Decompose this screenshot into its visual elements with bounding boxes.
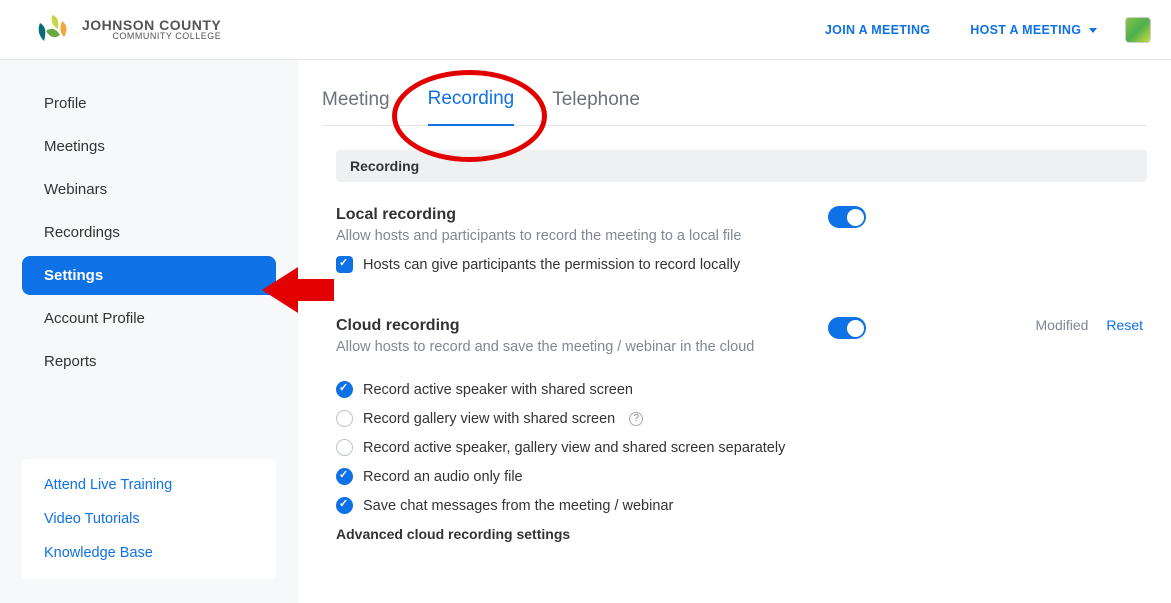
sidebar-item-settings[interactable]: Settings [22,256,276,295]
local-recording-title: Local recording [336,206,826,224]
sidebar-item-meetings[interactable]: Meetings [22,127,276,166]
checkbox-hosts-permission-label: Hosts can give participants the permissi… [363,257,740,273]
local-recording-desc: Allow hosts and participants to record t… [336,228,826,244]
checkbox-save-chat-label: Save chat messages from the meeting / we… [363,498,673,514]
logo-icon [32,11,74,49]
advanced-heading: Advanced cloud recording settings [336,526,1147,542]
checkbox-separate-label: Record active speaker, gallery view and … [363,440,785,456]
help-link-training[interactable]: Attend Live Training [44,477,254,493]
content-area: Meeting Recording Telephone Recording Lo… [298,60,1171,603]
tab-meeting[interactable]: Meeting [322,79,390,125]
brand-line1: JOHNSON COUNTY [82,18,221,32]
setting-cloud-recording: Cloud recording Allow hosts to record an… [336,317,1147,367]
join-meeting-link[interactable]: JOIN A MEETING [825,23,930,37]
checkbox-audio-only-label: Record an audio only file [363,469,523,485]
sidebar: Profile Meetings Webinars Recordings Set… [0,60,298,603]
toggle-cloud-recording[interactable] [828,317,866,339]
cloud-reset-link[interactable]: Reset [1106,317,1143,333]
checkbox-save-chat[interactable] [336,497,353,514]
help-link-tutorials[interactable]: Video Tutorials [44,511,254,527]
help-icon[interactable]: ? [629,412,643,426]
brand-line2: COMMUNITY COLLEGE [82,32,221,41]
host-meeting-label: HOST A MEETING [970,23,1081,37]
checkbox-active-speaker-label: Record active speaker with shared screen [363,382,633,398]
tab-recording[interactable]: Recording [428,78,515,126]
tab-bar: Meeting Recording Telephone [322,78,1147,126]
cloud-modified-label: Modified [1036,317,1089,333]
brand-logo[interactable]: JOHNSON COUNTY COMMUNITY COLLEGE [32,11,221,49]
host-meeting-link[interactable]: HOST A MEETING [970,23,1097,37]
cloud-recording-title: Cloud recording [336,317,826,335]
checkbox-active-speaker[interactable] [336,381,353,398]
sidebar-item-recordings[interactable]: Recordings [22,213,276,252]
cloud-recording-desc: Allow hosts to record and save the meeti… [336,339,826,355]
toggle-local-recording[interactable] [828,206,866,228]
section-header-recording: Recording [336,150,1147,182]
sidebar-item-webinars[interactable]: Webinars [22,170,276,209]
checkbox-hosts-permission[interactable] [336,256,353,273]
checkbox-audio-only[interactable] [336,468,353,485]
sidebar-item-account-profile[interactable]: Account Profile [22,299,276,338]
checkbox-separate[interactable] [336,439,353,456]
checkbox-gallery-view-label: Record gallery view with shared screen [363,411,615,427]
annotation-arrow [262,265,334,320]
tab-telephone[interactable]: Telephone [552,79,640,125]
checkbox-gallery-view[interactable] [336,410,353,427]
sidebar-item-profile[interactable]: Profile [22,84,276,123]
top-header: JOHNSON COUNTY COMMUNITY COLLEGE JOIN A … [0,0,1171,60]
avatar[interactable] [1125,17,1151,43]
sidebar-item-reports[interactable]: Reports [22,342,276,381]
setting-local-recording: Local recording Allow hosts and particip… [336,206,1147,285]
chevron-down-icon [1089,28,1097,33]
help-box: Attend Live Training Video Tutorials Kno… [22,459,276,579]
help-link-kb[interactable]: Knowledge Base [44,545,254,561]
